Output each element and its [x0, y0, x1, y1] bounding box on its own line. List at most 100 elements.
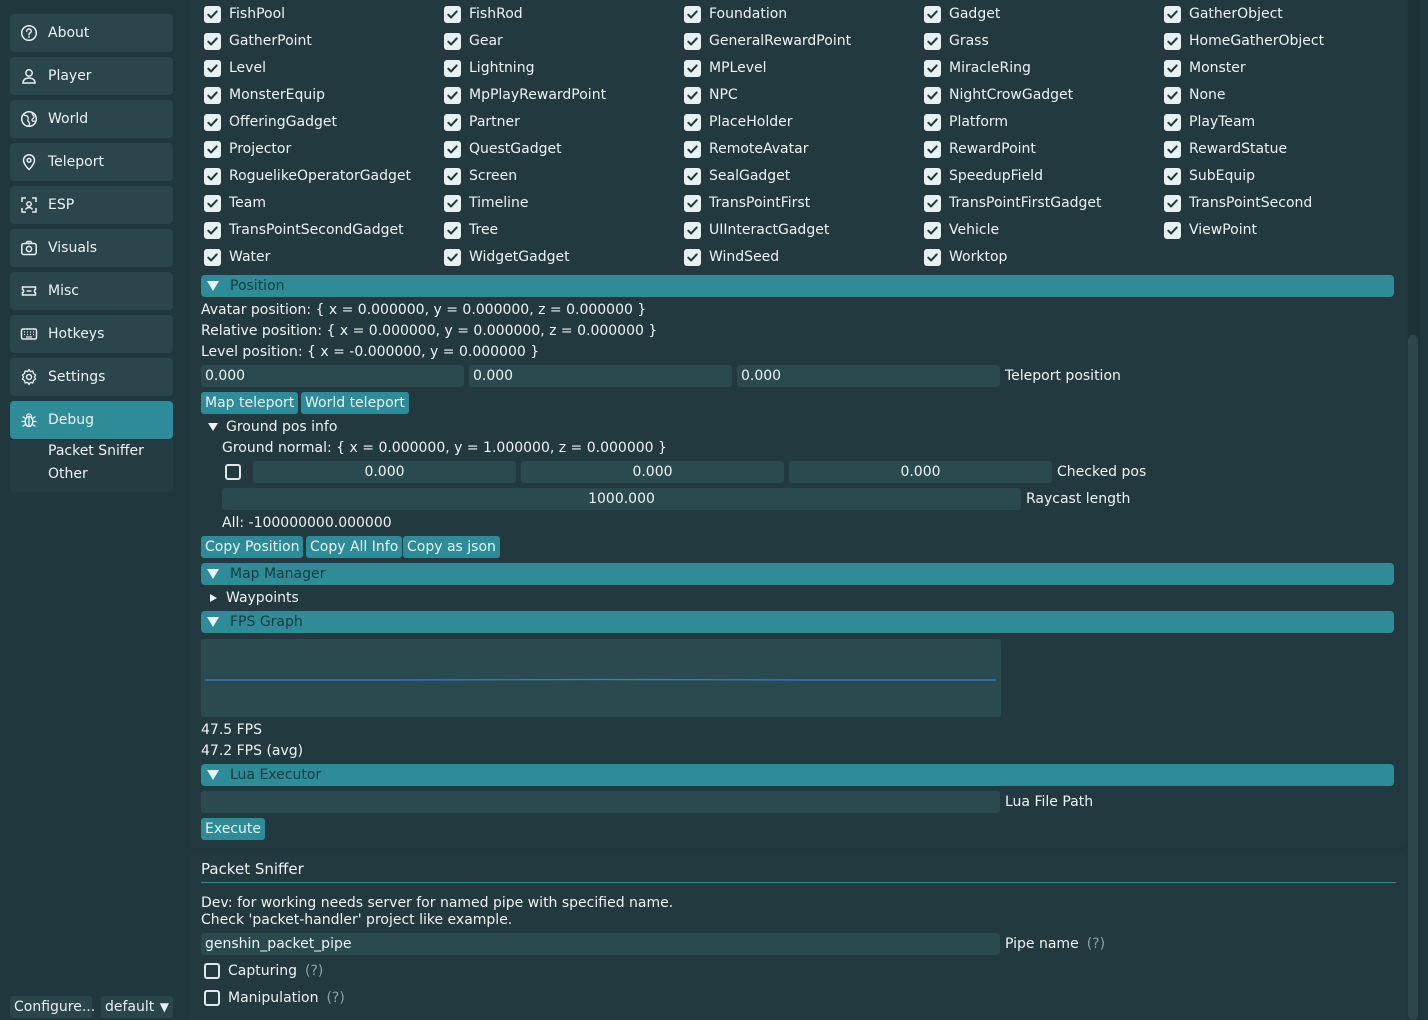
- filter-checkbox-subequip[interactable]: SubEquip: [1164, 166, 1255, 186]
- manipulation-checkbox[interactable]: Manipulation (?): [204, 988, 345, 1008]
- pipe-name-input[interactable]: genshin_packet_pipe: [201, 933, 1000, 955]
- copy-position-button[interactable]: Copy Position: [201, 536, 304, 558]
- configure-button[interactable]: Configure...: [10, 996, 95, 1018]
- checked-z-input[interactable]: 0.000: [789, 461, 1052, 483]
- checkmark-icon: [684, 32, 701, 50]
- filter-checkbox-transpointfirst[interactable]: TransPointFirst: [684, 193, 810, 213]
- sidebar-item-about[interactable]: About: [10, 14, 173, 52]
- filter-checkbox-monsterequip[interactable]: MonsterEquip: [204, 85, 325, 105]
- tree-collapsed-icon[interactable]: [210, 594, 217, 602]
- checkbox-label: SealGadget: [709, 168, 791, 184]
- sidebar-item-world[interactable]: World: [10, 100, 173, 138]
- copy-all-info-button[interactable]: Copy All Info: [306, 536, 403, 558]
- tree-expanded-icon[interactable]: [208, 423, 218, 431]
- filter-checkbox-monster[interactable]: Monster: [1164, 58, 1246, 78]
- question-circle-icon: [20, 24, 38, 42]
- filter-checkbox-viewpoint[interactable]: ViewPoint: [1164, 220, 1257, 240]
- scrollbar-thumb[interactable]: [1408, 335, 1418, 1020]
- filter-checkbox-generalrewardpoint[interactable]: GeneralRewardPoint: [684, 31, 851, 51]
- filter-checkbox-water[interactable]: Water: [204, 247, 270, 267]
- filter-checkbox-windseed[interactable]: WindSeed: [684, 247, 779, 267]
- map-teleport-button[interactable]: Map teleport: [201, 392, 299, 414]
- filter-checkbox-gadget[interactable]: Gadget: [924, 4, 1000, 24]
- teleport-z-input[interactable]: 0.000: [737, 365, 1000, 387]
- filter-checkbox-rewardpoint[interactable]: RewardPoint: [924, 139, 1036, 159]
- filter-checkbox-miraclering[interactable]: MiracleRing: [924, 58, 1031, 78]
- sidebar-item-teleport[interactable]: Teleport: [10, 143, 173, 181]
- filter-checkbox-platform[interactable]: Platform: [924, 112, 1008, 132]
- filter-checkbox-gear[interactable]: Gear: [444, 31, 503, 51]
- teleport-y-input[interactable]: 0.000: [469, 365, 732, 387]
- filter-checkbox-transpointsecond[interactable]: TransPointSecond: [1164, 193, 1312, 213]
- filter-checkbox-grass[interactable]: Grass: [924, 31, 989, 51]
- sidebar-item-visuals[interactable]: Visuals: [10, 229, 173, 267]
- help-icon[interactable]: (?): [326, 990, 344, 1006]
- filter-checkbox-fishpool[interactable]: FishPool: [204, 4, 285, 24]
- filter-checkbox-gatherpoint[interactable]: GatherPoint: [204, 31, 312, 51]
- filter-checkbox-homegatherobject[interactable]: HomeGatherObject: [1164, 31, 1324, 51]
- filter-checkbox-offeringgadget[interactable]: OfferingGadget: [204, 112, 337, 132]
- sidebar-item-misc[interactable]: Misc: [10, 272, 173, 310]
- filter-checkbox-gatherobject[interactable]: GatherObject: [1164, 4, 1283, 24]
- filter-checkbox-worktop[interactable]: Worktop: [924, 247, 1007, 267]
- lua-file-path-input[interactable]: [201, 791, 1000, 813]
- sidebar-item-esp[interactable]: ESP: [10, 186, 173, 224]
- filter-checkbox-placeholder[interactable]: PlaceHolder: [684, 112, 792, 132]
- map-manager-header[interactable]: Map Manager: [201, 563, 1394, 585]
- filter-checkbox-playteam[interactable]: PlayTeam: [1164, 112, 1255, 132]
- fps-graph-header[interactable]: FPS Graph: [201, 611, 1394, 633]
- copy-as-json-button[interactable]: Copy as json: [403, 536, 500, 558]
- checked-y-input[interactable]: 0.000: [521, 461, 784, 483]
- checked-pos-checkbox[interactable]: [225, 462, 249, 482]
- sidebar-item-player[interactable]: Player: [10, 57, 173, 95]
- filter-checkbox-remoteavatar[interactable]: RemoteAvatar: [684, 139, 808, 159]
- filter-checkbox-transpointsecondgadget[interactable]: TransPointSecondGadget: [204, 220, 404, 240]
- submenu-item-other[interactable]: Other: [48, 466, 88, 482]
- lua-executor-header[interactable]: Lua Executor: [201, 764, 1394, 786]
- filter-checkbox-timeline[interactable]: Timeline: [444, 193, 529, 213]
- ground-pos-info-node[interactable]: Ground pos info: [226, 419, 337, 435]
- gear-icon: [20, 368, 38, 386]
- filter-checkbox-lightning[interactable]: Lightning: [444, 58, 534, 78]
- filter-checkbox-team[interactable]: Team: [204, 193, 266, 213]
- checkbox-label: TransPointFirst: [709, 195, 811, 211]
- filter-checkbox-questgadget[interactable]: QuestGadget: [444, 139, 562, 159]
- checked-x-input[interactable]: 0.000: [253, 461, 516, 483]
- filter-checkbox-mpplayrewardpoint[interactable]: MpPlayRewardPoint: [444, 85, 606, 105]
- capturing-checkbox[interactable]: Capturing (?): [204, 961, 323, 981]
- sidebar-item-hotkeys[interactable]: Hotkeys: [10, 315, 173, 353]
- help-icon[interactable]: (?): [305, 963, 323, 979]
- filter-checkbox-transpointfirstgadget[interactable]: TransPointFirstGadget: [924, 193, 1102, 213]
- filter-checkbox-projector[interactable]: Projector: [204, 139, 291, 159]
- filter-checkbox-partner[interactable]: Partner: [444, 112, 520, 132]
- filter-checkbox-fishrod[interactable]: FishRod: [444, 4, 523, 24]
- filter-checkbox-mplevel[interactable]: MPLevel: [684, 58, 766, 78]
- waypoints-node[interactable]: Waypoints: [226, 590, 299, 606]
- filter-checkbox-widgetgadget[interactable]: WidgetGadget: [444, 247, 570, 267]
- filter-checkbox-speedupfield[interactable]: SpeedupField: [924, 166, 1043, 186]
- submenu-item-packet-sniffer[interactable]: Packet Sniffer: [48, 443, 144, 459]
- filter-checkbox-roguelikeoperatorgadget[interactable]: RoguelikeOperatorGadget: [204, 166, 411, 186]
- filter-checkbox-foundation[interactable]: Foundation: [684, 4, 787, 24]
- filter-checkbox-screen[interactable]: Screen: [444, 166, 517, 186]
- filter-checkbox-rewardstatue[interactable]: RewardStatue: [1164, 139, 1287, 159]
- filter-checkbox-vehicle[interactable]: Vehicle: [924, 220, 999, 240]
- position-header[interactable]: Position: [201, 275, 1394, 297]
- profile-dropdown[interactable]: default ▼: [101, 996, 173, 1018]
- teleport-x-input[interactable]: 0.000: [201, 365, 464, 387]
- help-icon[interactable]: (?): [1087, 936, 1105, 952]
- checkmark-icon: [444, 248, 461, 266]
- sidebar-item-debug[interactable]: Debug: [10, 401, 173, 439]
- filter-checkbox-level[interactable]: Level: [204, 58, 266, 78]
- world-teleport-button[interactable]: World teleport: [301, 392, 409, 414]
- filter-checkbox-nightcrowgadget[interactable]: NightCrowGadget: [924, 85, 1073, 105]
- filter-checkbox-npc[interactable]: NPC: [684, 85, 738, 105]
- checkmark-icon: [444, 59, 461, 77]
- execute-button[interactable]: Execute: [201, 818, 265, 840]
- filter-checkbox-sealgadget[interactable]: SealGadget: [684, 166, 790, 186]
- raycast-length-slider[interactable]: 1000.000: [222, 488, 1021, 510]
- filter-checkbox-tree[interactable]: Tree: [444, 220, 498, 240]
- filter-checkbox-uiinteractgadget[interactable]: UIInteractGadget: [684, 220, 829, 240]
- sidebar-item-settings[interactable]: Settings: [10, 358, 173, 396]
- filter-checkbox-none[interactable]: None: [1164, 85, 1226, 105]
